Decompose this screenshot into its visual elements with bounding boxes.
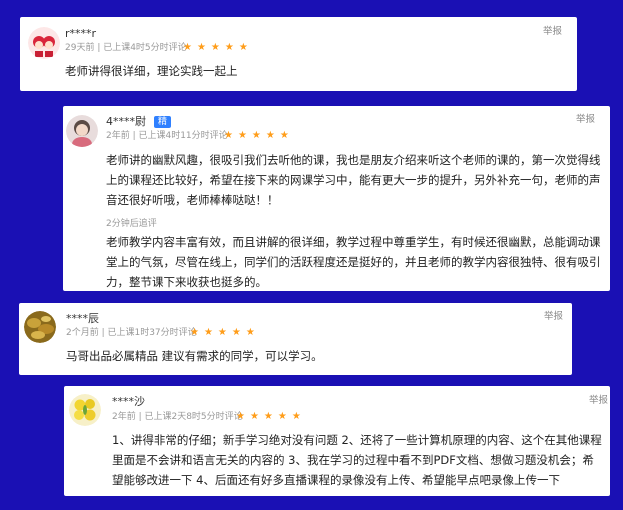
avatar[interactable] [69,394,101,426]
followup-label: 2分钟后追评 [106,219,157,229]
avatar[interactable] [24,311,56,343]
rating-stars: ★★★★★ [190,327,260,338]
featured-badge: 精 [154,116,172,128]
report-link[interactable]: 举报 [543,26,562,38]
avatar[interactable] [28,27,60,59]
review-meta: 2年前 | 已上课2天8时5分时评论 [112,412,243,422]
reviewer-name[interactable]: ****沙 [112,395,145,409]
review-card: 4****尉 精 2年前 | 已上课4时11分时评论 ★★★★★ 举报 老师讲的… [63,106,610,291]
review-card: ****辰 2个月前 | 已上课1时37分时评论 ★★★★★ 举报 马哥出品必属… [19,303,572,375]
reviewer-name[interactable]: r****r [65,27,96,41]
rating-stars: ★★★★★ [224,130,294,141]
review-text: 老师讲得很详细，理论实践一起上 [65,64,238,78]
report-link[interactable]: 举报 [589,395,608,407]
rating-stars: ★★★★★ [183,42,253,53]
review-text: 老师讲的幽默风趣，很吸引我们去听他的课，我也是朋友介绍来听这个老师的课的，第一次… [106,153,601,207]
review-text: 马哥出品必属精品 建议有需求的同学，可以学习。 [66,349,323,363]
review-meta: 2个月前 | 已上课1时37分时评论 [66,328,197,338]
review-card: ****沙 2年前 | 已上课2天8时5分时评论 ★★★★★ 举报 1、讲得非常… [64,386,610,496]
reviewer-name[interactable]: 4****尉 [106,115,146,129]
reviewer-name[interactable]: ****辰 [66,312,99,326]
rating-stars: ★★★★★ [236,411,306,422]
avatar[interactable] [66,115,98,147]
followup-text: 老师教学内容丰富有效，而且讲解的很详细，教学过程中尊重学生，有时候还很幽默，总能… [106,235,601,289]
review-card: r****r 29天前 | 已上课4时5分时评论 ★★★★★ 举报 老师讲得很详… [20,17,577,91]
review-meta: 2年前 | 已上课4时11分时评论 [106,131,228,141]
review-meta: 29天前 | 已上课4时5分时评论 [65,43,187,53]
review-text: 1、讲得非常的仔细；新手学习绝对没有问题 2、还将了一些计算机原理的内容、这个在… [112,433,602,487]
report-link[interactable]: 举报 [576,114,595,126]
report-link[interactable]: 举报 [544,311,563,323]
